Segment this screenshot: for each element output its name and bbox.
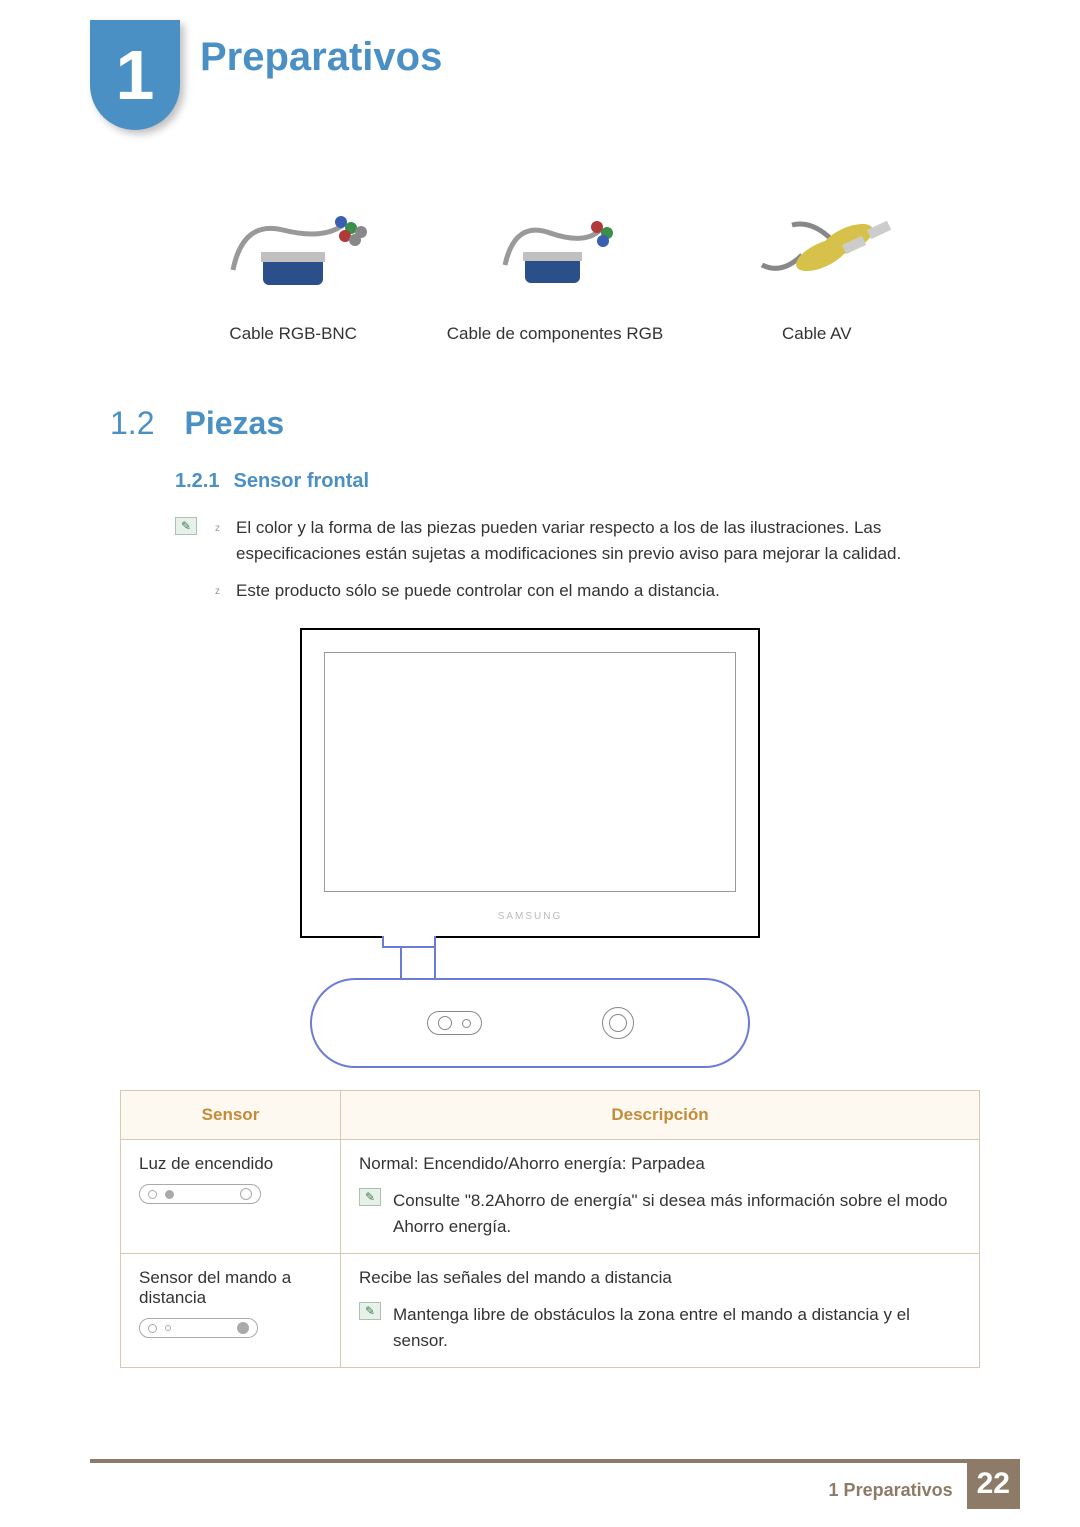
sensor-desc: Recibe las señales del mando a distancia [359,1268,961,1288]
cable-caption: Cable de componentes RGB [432,324,678,344]
sensor-table: Sensor Descripción Luz de encendido Norm… [120,1090,980,1368]
subsection-number: 1.2.1 [175,470,219,493]
sensor-note: Consulte "8.2Ahorro de energía" si desea… [393,1188,961,1239]
cable-caption: Cable RGB-BNC [170,324,416,344]
table-row: Luz de encendido Normal: Encendido/Ahorr… [121,1140,980,1254]
bullet-icon: z [215,584,220,604]
subsection-heading: 1.2.1 Sensor frontal [175,470,369,493]
cable-component-rgb-image [432,190,678,310]
cable-caption: Cable AV [694,324,940,344]
footer-page-number: 22 [967,1463,1020,1509]
section-title: Piezas [184,405,284,442]
note-block: ✎ z El color y la forma de las piezas pu… [175,515,960,616]
page-footer: 1 Preparativos 22 [90,1459,1020,1509]
sensor-group-right [602,1007,634,1039]
sensor-ir-icon [139,1318,258,1338]
subsection-title: Sensor frontal [233,470,369,493]
note-icon: ✎ [359,1302,381,1320]
sensor-note: Mantenga libre de obstáculos la zona ent… [393,1302,961,1353]
sensor-power-led-icon [139,1184,261,1204]
note-item: z Este producto sólo se puede controlar … [215,578,960,604]
table-header-description: Descripción [341,1091,980,1140]
section-number: 1.2 [110,405,154,442]
cable-item: Cable AV [694,190,940,344]
cable-av-image [694,190,940,310]
note-text: El color y la forma de las piezas pueden… [236,515,960,566]
chapter-title: Preparativos [200,35,442,80]
monitor-brand: SAMSUNG [302,911,758,922]
sensor-name: Sensor del mando a distancia [139,1268,322,1308]
section-heading: 1.2 Piezas [110,405,284,442]
sensor-group-left [427,1011,482,1035]
footer-chapter-ref: 1 Preparativos [829,1472,953,1501]
chapter-badge: 1 [90,20,180,130]
note-item: z El color y la forma de las piezas pued… [215,515,960,566]
note-icon: ✎ [359,1188,381,1206]
chapter-number: 1 [116,35,155,115]
bullet-icon: z [215,521,220,566]
sensor-name: Luz de encendido [139,1154,322,1174]
cable-row: Cable RGB-BNC Cable de componentes RGB [170,190,940,344]
cable-item: Cable de componentes RGB [432,190,678,344]
sensor-callout [310,978,750,1068]
cable-item: Cable RGB-BNC [170,190,416,344]
monitor-diagram: SAMSUNG [300,628,760,1068]
table-row: Sensor del mando a distancia Recibe las … [121,1254,980,1368]
note-text: Este producto sólo se puede controlar co… [236,578,720,604]
cable-rgb-bnc-image [170,190,416,310]
table-header-sensor: Sensor [121,1091,341,1140]
note-icon: ✎ [175,517,197,535]
sensor-desc: Normal: Encendido/Ahorro energía: Parpad… [359,1154,961,1174]
